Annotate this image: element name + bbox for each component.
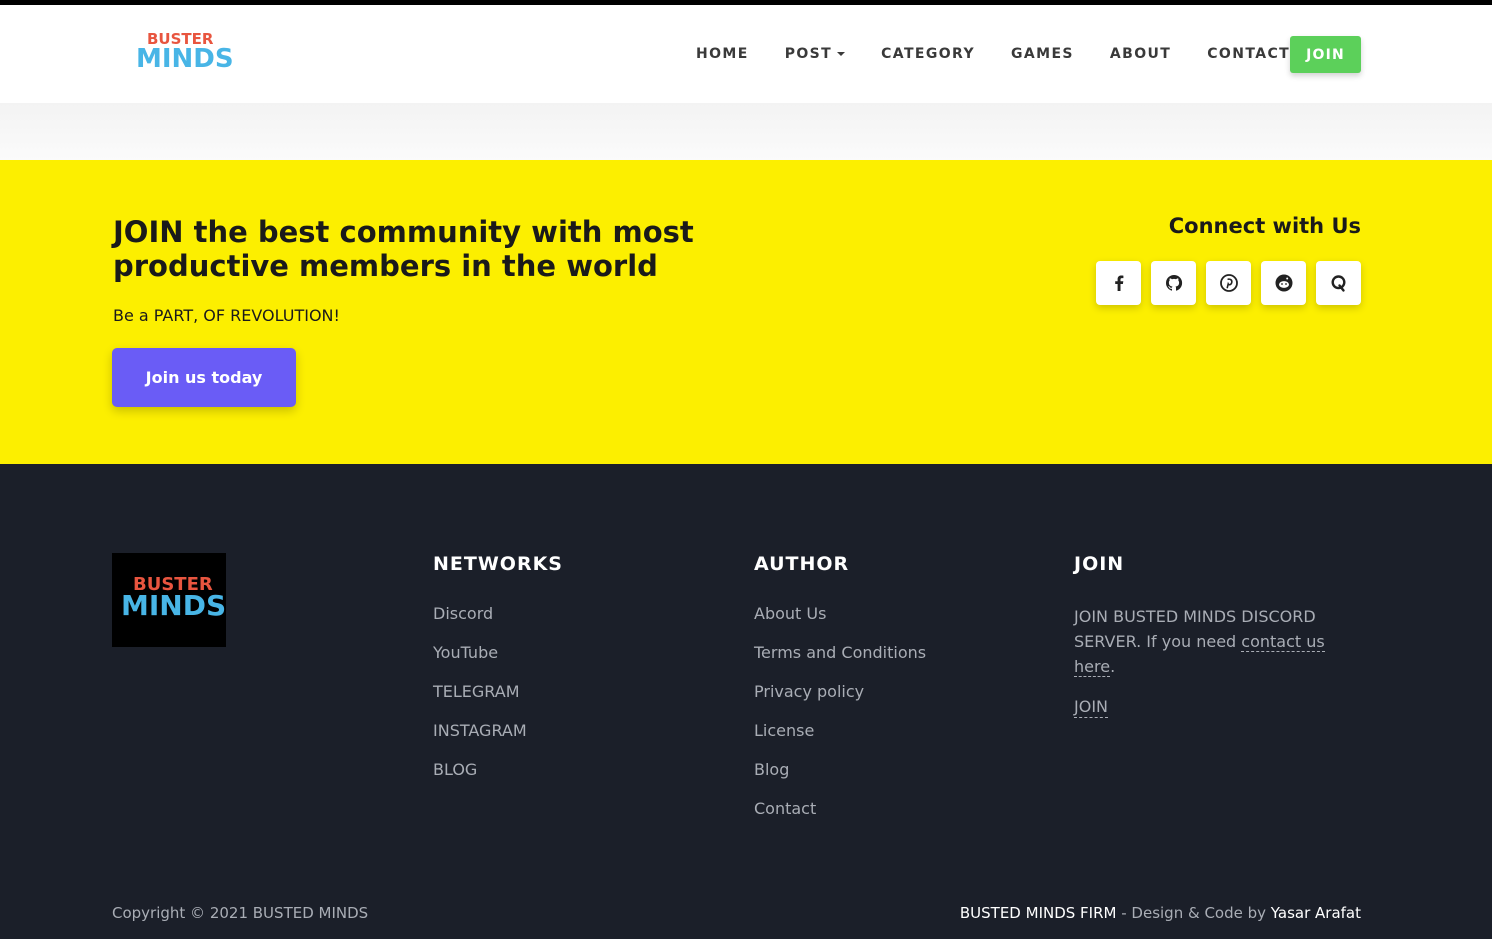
- join-column: JOIN JOIN BUSTED MINDS DISCORD SERVER. I…: [1074, 552, 1334, 718]
- networks-link-youtube[interactable]: YouTube: [433, 643, 563, 682]
- site-logo[interactable]: BUSTER MINDS: [136, 31, 234, 79]
- facebook-link[interactable]: [1096, 261, 1141, 305]
- networks-link-discord[interactable]: Discord: [433, 604, 563, 643]
- networks-column: NETWORKS Discord YouTube TELEGRAM INSTAG…: [433, 552, 563, 799]
- networks-link-instagram[interactable]: INSTAGRAM: [433, 721, 563, 760]
- join-text-end: .: [1110, 657, 1116, 676]
- nav-contact[interactable]: CONTACT: [1207, 46, 1290, 62]
- here-link[interactable]: here: [1074, 657, 1111, 677]
- author-link-privacy[interactable]: Privacy policy: [754, 682, 926, 721]
- nav-about[interactable]: ABOUT: [1110, 46, 1171, 62]
- site-footer: BUSTER MINDS NETWORKS Discord YouTube TE…: [0, 464, 1492, 939]
- pinterest-icon: [1219, 274, 1238, 292]
- github-link[interactable]: [1151, 261, 1196, 305]
- join-us-today-button[interactable]: Join us today: [112, 348, 296, 407]
- author-title: AUTHOR: [754, 553, 850, 575]
- page-band: [0, 103, 1492, 160]
- contact-us-link[interactable]: contact us: [1241, 632, 1325, 652]
- cta-title: JOIN the best community with most produc…: [113, 215, 694, 283]
- cta-section: JOIN the best community with most produc…: [0, 160, 1492, 464]
- join-title: JOIN: [1074, 553, 1125, 575]
- footer-join-link[interactable]: JOIN: [1074, 697, 1108, 718]
- nav-contact-label: CONTACT: [1207, 46, 1291, 62]
- nav-post[interactable]: POST: [784, 46, 846, 62]
- quora-icon: [1330, 275, 1346, 292]
- nav-about-label: ABOUT: [1109, 46, 1172, 62]
- footer-logo-line2: MINDS: [121, 589, 227, 622]
- nav-category[interactable]: CATEGORY: [881, 46, 975, 62]
- main-nav: HOME POST CATEGORY GAMES ABOUT CONTACT: [696, 45, 1326, 63]
- author-link-blog[interactable]: Blog: [754, 760, 926, 799]
- nav-home-label: HOME: [696, 46, 749, 62]
- reddit-link[interactable]: [1261, 261, 1306, 305]
- author-column: AUTHOR About Us Terms and Conditions Pri…: [754, 552, 926, 838]
- cta-subtitle: Be a PART, OF REVOLUTION!: [113, 306, 340, 325]
- nav-games[interactable]: GAMES: [1011, 46, 1074, 62]
- credits: BUSTED MINDS FIRM - Design & Code by Yas…: [960, 904, 1361, 922]
- credits-middle: - Design & Code by: [1116, 904, 1271, 922]
- nav-home[interactable]: HOME: [696, 46, 749, 62]
- author-link-terms[interactable]: Terms and Conditions: [754, 643, 926, 682]
- networks-link-telegram[interactable]: TELEGRAM: [433, 682, 563, 721]
- quora-link[interactable]: [1316, 261, 1361, 305]
- chevron-down-icon: [837, 52, 846, 56]
- reddit-icon: [1275, 274, 1292, 292]
- connect-title: Connect with Us: [1168, 214, 1361, 238]
- logo-line2: MINDS: [136, 44, 234, 74]
- pinterest-link[interactable]: [1206, 261, 1251, 305]
- author-link-contact[interactable]: Contact: [754, 799, 926, 838]
- footer-logo[interactable]: BUSTER MINDS: [112, 553, 226, 647]
- github-icon: [1165, 274, 1182, 291]
- site-header: BUSTER MINDS HOME POST CATEGORY GAMES AB…: [0, 5, 1492, 103]
- facebook-icon: [1114, 275, 1123, 291]
- nav-post-label: POST: [784, 46, 833, 62]
- copyright: Copyright © 2021 BUSTED MINDS: [112, 904, 369, 922]
- networks-link-blog[interactable]: BLOG: [433, 760, 563, 799]
- author-link-license[interactable]: License: [754, 721, 926, 760]
- nav-category-label: CATEGORY: [881, 46, 976, 62]
- join-text: JOIN BUSTED MINDS DISCORD SERVER. If you…: [1074, 604, 1334, 679]
- networks-title: NETWORKS: [433, 553, 563, 575]
- credits-author[interactable]: Yasar Arafat: [1271, 904, 1361, 922]
- join-button[interactable]: JOIN: [1290, 36, 1361, 73]
- author-link-about[interactable]: About Us: [754, 604, 926, 643]
- credits-firm[interactable]: BUSTED MINDS FIRM: [960, 904, 1117, 922]
- nav-games-label: GAMES: [1011, 46, 1074, 62]
- social-links: [1096, 261, 1361, 305]
